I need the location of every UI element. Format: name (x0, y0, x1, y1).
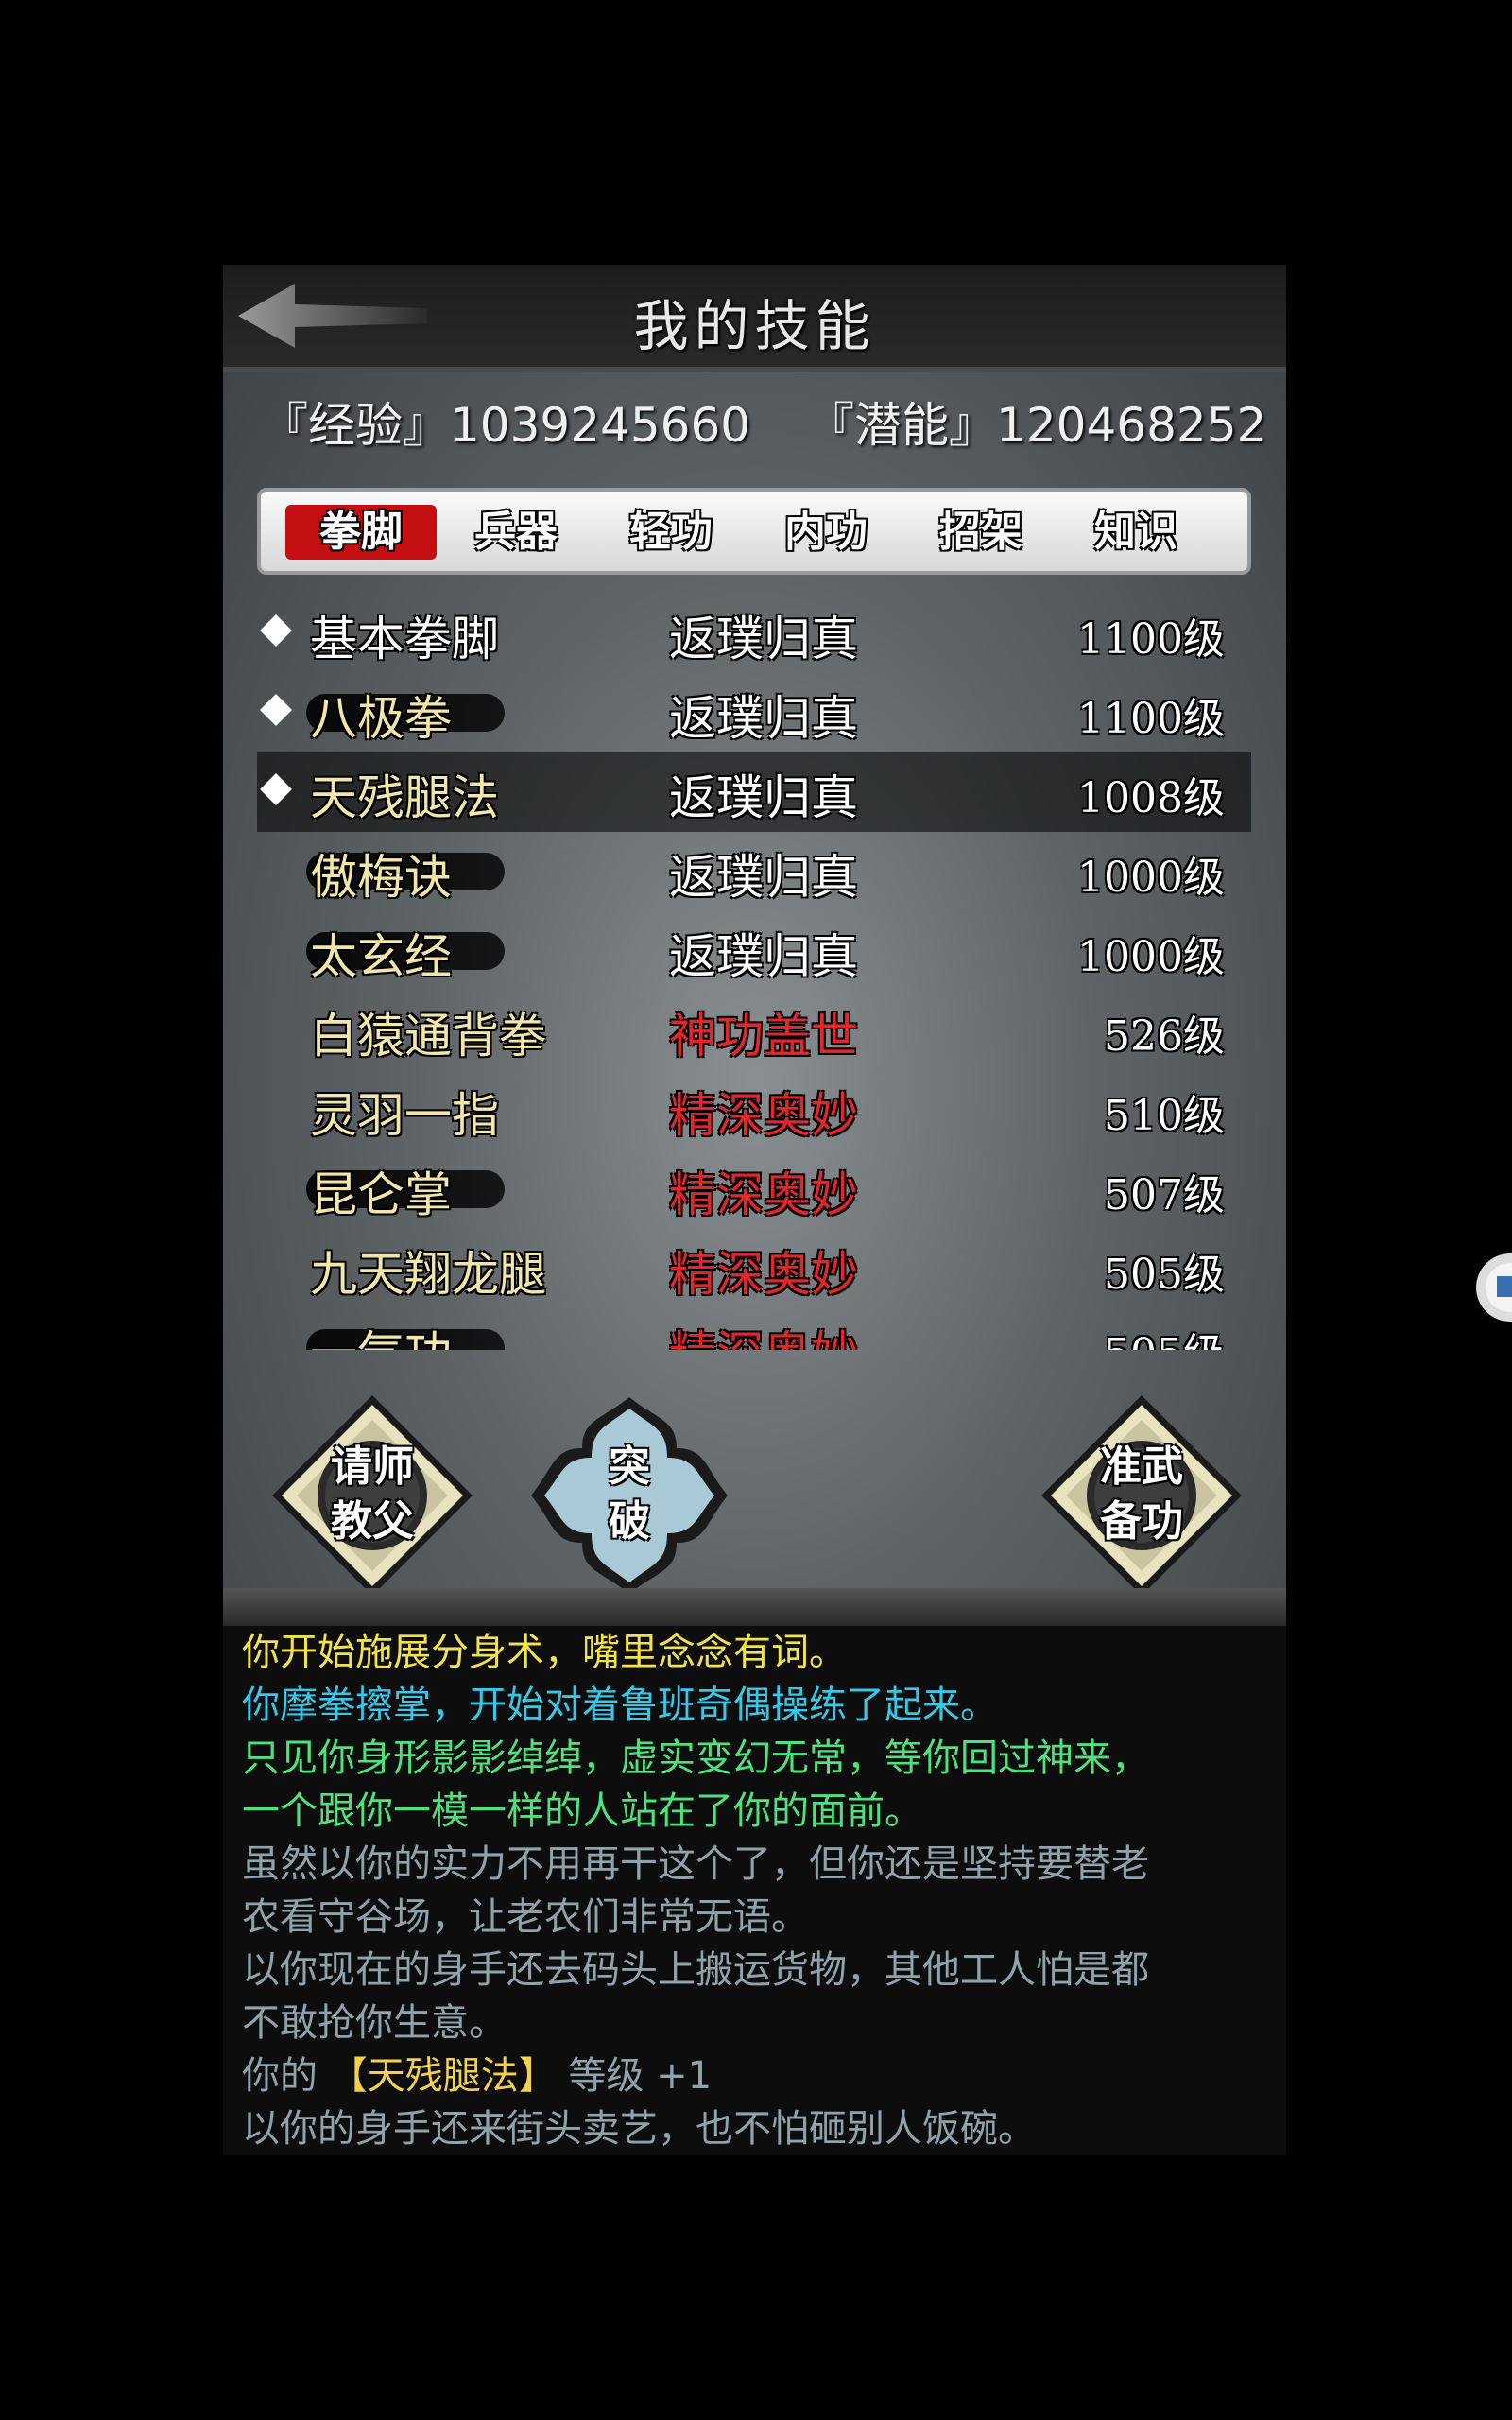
log-line: 只见你身形影影绰绰，虚实变幻无常，等你回过神来， (242, 1737, 1149, 1780)
skill-name: 白猿通背拳 (310, 1009, 546, 1063)
log-line: 以你现在的身手还去码头上搬运货物，其他工人怕是都 (242, 1948, 1149, 1992)
skill-row[interactable]: 白猿通背拳 神功盖世 526级 (257, 991, 1251, 1070)
experience-value: 1039245660 (450, 398, 751, 453)
potential-value: 120468252 (996, 398, 1267, 453)
page-title: 我的技能 (633, 294, 876, 358)
skill-level: 510级 (1104, 1092, 1225, 1140)
experience-label: 『经验』 (261, 398, 450, 453)
skill-name: 九天翔龙腿 (310, 1247, 546, 1302)
skill-row[interactable]: 太玄经 返璞归真 1000级 (257, 911, 1251, 991)
skill-row[interactable]: 昆仑掌 精深奥妙 507级 (257, 1150, 1251, 1229)
breakthrough-line2: 破 (609, 1497, 650, 1546)
skill-rank: 返璞归真 (669, 612, 858, 666)
breakthrough-button[interactable]: 突 破 (525, 1392, 733, 1599)
title-bar: 我的技能 (223, 265, 1286, 372)
teacher-line2: 教父 (331, 1497, 414, 1546)
tab-parry[interactable]: 招架 (905, 505, 1057, 560)
level-up-suffix: 等级 +1 (568, 2054, 713, 2098)
level-up-line: 你的 【天残腿法】 等级 +1 (242, 2049, 712, 2102)
potential-label: 『潜能』 (807, 398, 997, 453)
skill-name: 太玄经 (310, 929, 452, 984)
breakthrough-line1: 突 (609, 1443, 650, 1491)
floating-assist-icon[interactable] (1472, 1250, 1512, 1325)
skill-level: 1100级 (1077, 695, 1225, 743)
skill-name: 天残腿法 (310, 770, 499, 825)
skill-level: 526级 (1104, 1012, 1225, 1061)
skill-name: 基本拳脚 (310, 612, 499, 666)
log-line: 农看守谷场，让老农们非常无语。 (242, 1895, 809, 1939)
skill-rank: 返璞归真 (669, 770, 858, 825)
skill-rank: 精深奥妙 (669, 1167, 858, 1222)
skill-rank: 返璞归真 (669, 850, 858, 905)
skill-level: 1008级 (1077, 774, 1225, 822)
skill-level: 1000级 (1077, 933, 1225, 981)
skill-name: 昆仑掌 (310, 1167, 452, 1222)
skill-row[interactable]: 八极拳 返璞归真 1100级 (257, 673, 1251, 752)
skill-level: 1000级 (1077, 854, 1225, 902)
skill-category-tabs: 拳脚 兵器 轻功 内功 招架 知识 (257, 488, 1251, 575)
skill-row[interactable]: 灵羽一指 精深奥妙 510级 (257, 1070, 1251, 1150)
skill-rank: 返璞归真 (669, 691, 858, 746)
stats-bar: 『经验』1039245660 『潜能』120468252 (261, 388, 1286, 456)
skill-level: 507级 (1104, 1171, 1225, 1219)
log-line: 不敢抢你生意。 (242, 2001, 507, 2045)
potential-stat: 『潜能』120468252 (807, 398, 1266, 453)
skill-level: 1100级 (1077, 615, 1225, 664)
log-line: 以你的身手还来街头卖艺，也不怕砸别人饭碗。 (242, 2107, 1036, 2151)
skill-row[interactable]: 傲梅诀 返璞归真 1000级 (257, 832, 1251, 911)
skill-name: 一气功 (310, 1316, 452, 1350)
experience-stat: 『经验』1039245660 (261, 398, 750, 453)
teacher-line1: 请师 (331, 1443, 414, 1491)
skill-level: 505级 (1104, 1320, 1225, 1350)
prepare-line2: 备功 (1100, 1497, 1183, 1546)
level-up-prefix: 你的 (242, 2054, 318, 2098)
teacher-button[interactable]: 请师 教父 (268, 1392, 476, 1599)
skill-name: 八极拳 (310, 691, 452, 746)
skill-name: 灵羽一指 (310, 1088, 499, 1143)
skill-rank: 精深奥妙 (669, 1088, 858, 1143)
skill-rank: 精深奥妙 (669, 1316, 858, 1350)
skill-row-selected[interactable]: 天残腿法 返璞归真 1008级 (257, 752, 1251, 832)
skill-name: 傲梅诀 (310, 850, 452, 905)
skill-rank: 精深奥妙 (669, 1247, 858, 1302)
prepare-martial-button[interactable]: 准武 备功 (1038, 1392, 1246, 1599)
panel-footer (223, 1588, 1286, 1626)
skill-rank: 返璞归真 (669, 929, 858, 984)
level-up-skill: 【天残腿法】 (329, 2054, 557, 2098)
tab-weapon[interactable]: 兵器 (440, 505, 592, 560)
tab-knowledge[interactable]: 知识 (1060, 505, 1211, 560)
log-line: 你开始施展分身术，嘴里念念有词。 (242, 1631, 847, 1674)
skill-list[interactable]: 基本拳脚 返璞归真 1100级 八极拳 返璞归真 1100级 天残腿法 返璞归真… (257, 594, 1251, 1350)
log-line: 你摩拳擦掌，开始对着鲁班奇偶操练了起来。 (242, 1684, 998, 1727)
diamond-icon (260, 694, 292, 726)
skills-panel: 我的技能 『经验』1039245660 『潜能』120468252 拳脚 兵器 … (223, 265, 1286, 1626)
log-line: 虽然以你的实力不用再干这个了，但你还是坚持要替老 (242, 1842, 1149, 1886)
log-line: 一个跟你一模一样的人站在了你的面前。 (242, 1789, 922, 1833)
prepare-line1: 准武 (1100, 1443, 1183, 1491)
skill-row[interactable]: 基本拳脚 返璞归真 1100级 (257, 594, 1251, 673)
tab-inner[interactable]: 内功 (750, 505, 902, 560)
skill-row-partial[interactable]: 一气功 精深奥妙 505级 (257, 1308, 1251, 1350)
skill-rank: 神功盖世 (669, 1009, 858, 1063)
tab-lightness[interactable]: 轻功 (595, 505, 747, 560)
skill-row[interactable]: 九天翔龙腿 精深奥妙 505级 (257, 1229, 1251, 1308)
diamond-icon (260, 773, 292, 805)
skill-level: 505级 (1104, 1251, 1225, 1299)
diamond-icon (260, 614, 292, 647)
message-log: 你开始施展分身术，嘴里念念有词。 你摩拳擦掌，开始对着鲁班奇偶操练了起来。 只见… (223, 1626, 1286, 2155)
tab-fist[interactable]: 拳脚 (285, 505, 437, 560)
